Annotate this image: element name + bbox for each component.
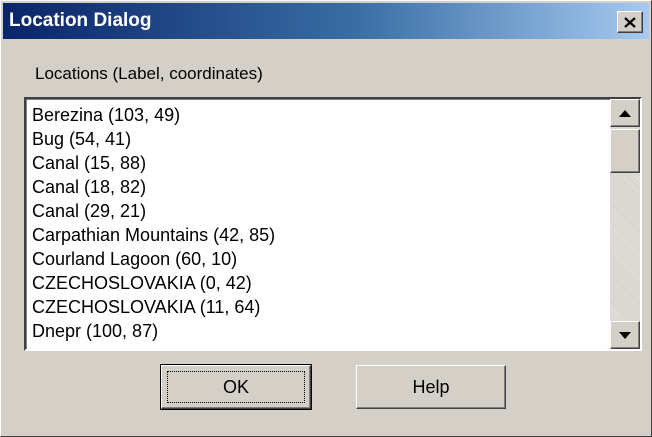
list-item[interactable]: CZECHOSLOVAKIA (11, 64) (32, 295, 602, 319)
locations-list: Berezina (103, 49) Bug (54, 41) Canal (1… (32, 103, 602, 343)
list-item[interactable]: Canal (29, 21) (32, 199, 602, 223)
locations-label: Locations (Label, coordinates) (35, 64, 263, 83)
help-button-label: Help (412, 376, 450, 397)
vertical-scrollbar[interactable] (610, 99, 640, 349)
window-title: Location Dialog (9, 10, 152, 31)
scroll-down-arrow-icon (619, 326, 631, 344)
locations-listbox[interactable]: Berezina (103, 49) Bug (54, 41) Canal (1… (24, 97, 642, 351)
list-item[interactable]: Courland Lagoon (60, 10) (32, 247, 602, 271)
list-item[interactable]: Canal (18, 82) (32, 175, 602, 199)
ok-button[interactable]: OK (160, 364, 312, 410)
list-item[interactable]: Canal (15, 88) (32, 151, 602, 175)
close-icon (624, 16, 636, 28)
list-item[interactable]: Dnepr (100, 87) (32, 319, 602, 343)
list-item[interactable]: Bug (54, 41) (32, 127, 602, 151)
scroll-up-button[interactable] (610, 99, 640, 127)
scroll-thumb[interactable] (610, 129, 640, 173)
scroll-up-arrow-icon (619, 104, 631, 122)
scroll-down-button[interactable] (610, 321, 640, 349)
close-button[interactable] (617, 11, 643, 33)
help-button[interactable]: Help (356, 365, 506, 409)
list-item[interactable]: Carpathian Mountains (42, 85) (32, 223, 602, 247)
title-bar[interactable]: Location Dialog (3, 3, 649, 39)
list-item[interactable]: CZECHOSLOVAKIA (0, 42) (32, 271, 602, 295)
location-dialog-window: Location Dialog Locations (Label, coordi… (0, 0, 652, 437)
list-item[interactable]: Berezina (103, 49) (32, 103, 602, 127)
ok-button-label: OK (222, 376, 249, 397)
